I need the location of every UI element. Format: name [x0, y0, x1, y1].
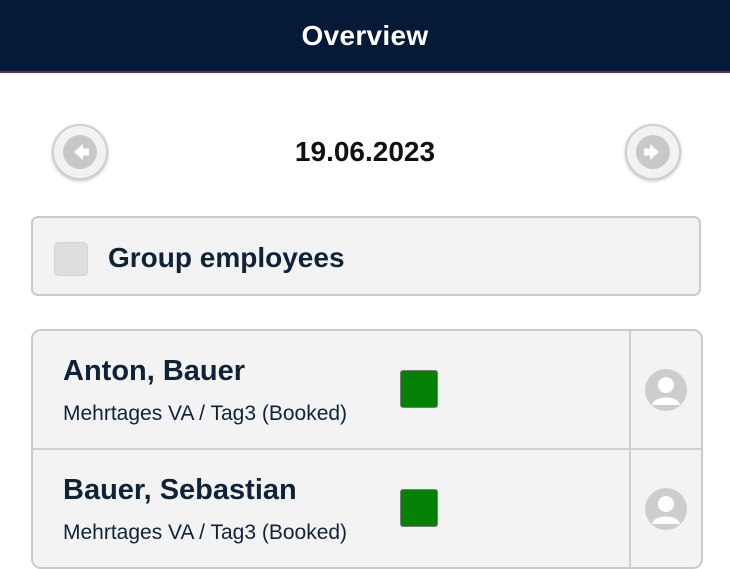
status-indicator — [400, 370, 438, 408]
user-avatar-icon[interactable] — [645, 488, 687, 530]
employee-name: Anton, Bauer — [63, 355, 246, 387]
group-employees-label: Group employees — [108, 242, 345, 273]
row-divider — [629, 331, 631, 448]
group-employees-checkbox[interactable] — [54, 242, 88, 276]
status-indicator — [400, 489, 438, 527]
user-avatar-icon[interactable] — [645, 369, 687, 411]
date-navigation: 19.06.2023 — [0, 120, 730, 186]
employee-row[interactable]: Anton, Bauer Mehrtages VA / Tag3 (Booked… — [33, 331, 701, 450]
group-employees-toggle[interactable]: Group employees — [31, 216, 701, 296]
next-day-button[interactable] — [625, 124, 681, 180]
employee-booking-status: Mehrtages VA / Tag3 (Booked) — [63, 402, 348, 425]
employee-row[interactable]: Bauer, Sebastian Mehrtages VA / Tag3 (Bo… — [33, 450, 701, 567]
employee-name: Bauer, Sebastian — [63, 474, 297, 506]
row-divider — [629, 450, 631, 567]
employee-list: Anton, Bauer Mehrtages VA / Tag3 (Booked… — [31, 329, 703, 569]
arrow-right-icon — [636, 135, 670, 169]
app-header: Overview — [0, 0, 730, 73]
page-title: Overview — [301, 19, 429, 51]
current-date: 19.06.2023 — [294, 136, 436, 167]
employee-booking-status: Mehrtages VA / Tag3 (Booked) — [63, 521, 348, 544]
